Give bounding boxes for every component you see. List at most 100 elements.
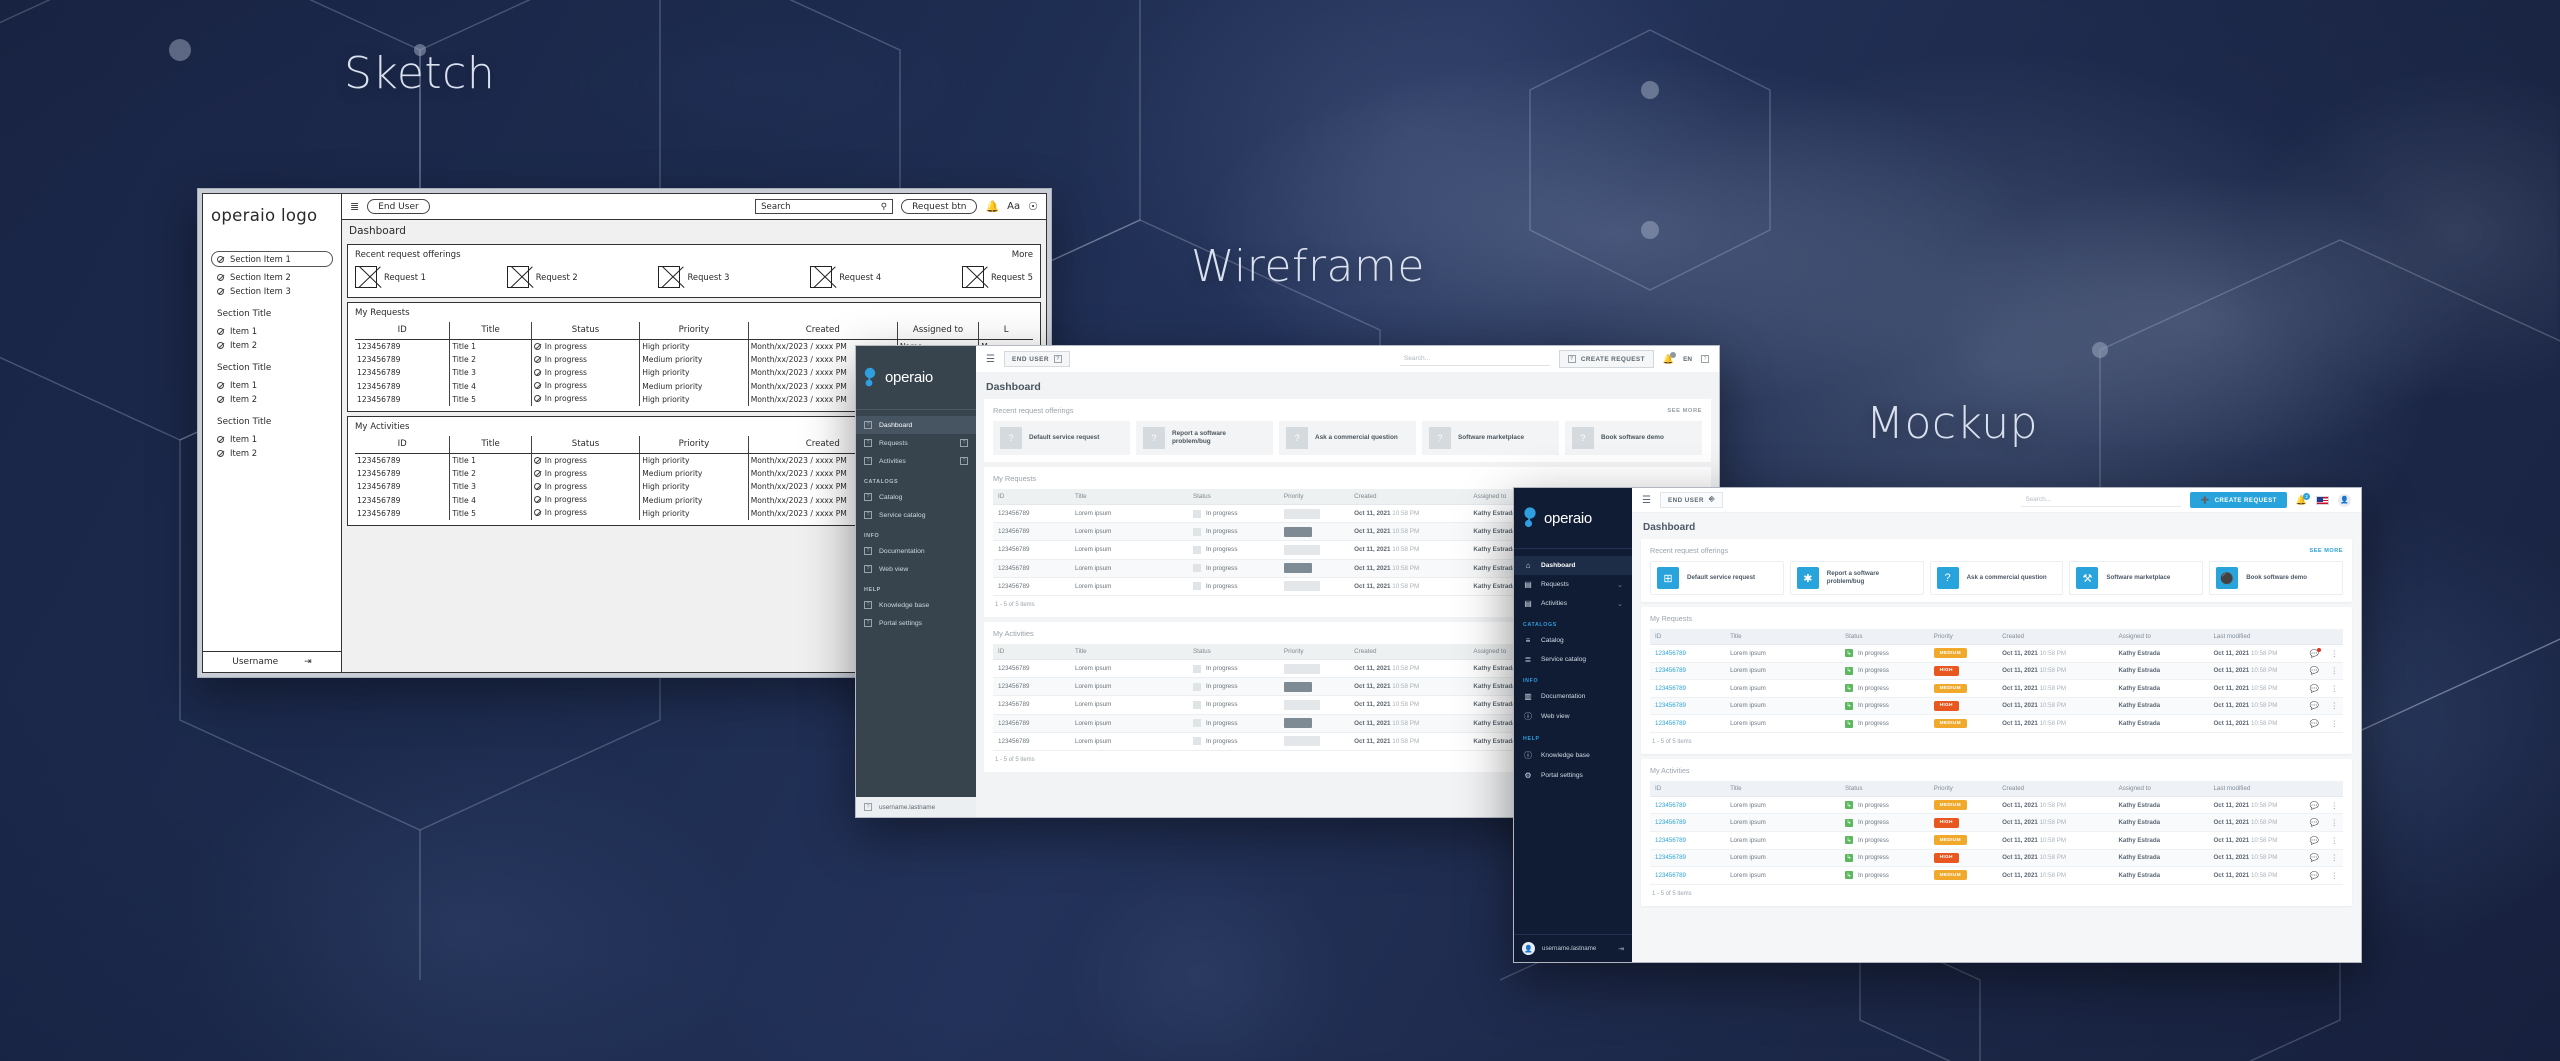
col-status[interactable]: Status [1187,643,1279,660]
comment-icon[interactable]: 💬 [2310,666,2319,675]
col-created[interactable]: Created [1997,780,2114,797]
logout-icon[interactable]: ⇥ [304,657,312,667]
col-last-modified[interactable]: Last modified [2208,629,2305,645]
col-created[interactable]: Created [1349,643,1469,660]
comment-icon[interactable]: 💬 [2310,701,2319,710]
sidebar-item-web-view[interactable]: ⓘ Web view [1514,706,1632,727]
cell-actions[interactable]: 💬 [2304,644,2326,663]
offering-card[interactable]: Request 5 [961,266,1033,288]
search-input[interactable]: Search ⚲ [755,199,894,214]
cell-actions[interactable]: 💬 [2304,796,2326,815]
col-title[interactable]: Title [449,322,532,340]
offering-card[interactable]: ? Book software demo [1565,421,1702,455]
col-status[interactable]: Status [1839,780,1929,797]
col-menu[interactable] [2325,629,2343,645]
cell-id[interactable]: 123456789 [1650,866,1726,885]
sidebar-item-activities[interactable]: ? Activities? [856,452,976,470]
cell-actions[interactable]: 💬 [2304,849,2326,868]
col-title[interactable]: Title [1069,643,1188,660]
end-user-switcher[interactable]: END USER ⎆ [1659,492,1724,508]
sidebar-item-documentation[interactable]: ? Documentation [856,542,976,560]
sidebar-item-section-item-3[interactable]: Section Item 3 [211,284,333,298]
col-priority[interactable]: Priority [639,435,749,454]
col-created[interactable]: Created [1997,629,2114,645]
col-title[interactable]: Title [1725,780,1840,797]
cell-menu[interactable]: ⋮ [2325,813,2343,832]
offering-card[interactable]: ✱ Report a software problem/bug [1789,561,1924,595]
comment-icon[interactable]: 💬 [2310,818,2319,827]
sidebar-item-s1-item1[interactable]: Item 1 [211,324,333,338]
avatar-icon[interactable]: 👤 [2338,493,2351,507]
cell-actions[interactable]: 💬 [2304,662,2326,681]
col-actions[interactable] [2304,629,2326,645]
table-row[interactable]: 123456789 Lorem ipsum ↳ In progress HIGH Oct … [1650,849,2343,868]
search-input[interactable]: Search... [2021,493,2182,507]
comment-icon[interactable]: 💬 [2310,871,2319,880]
sidebar-item-knowledge-base[interactable]: ⓘ Knowledge base [1514,745,1632,766]
table-row[interactable]: 123456789 Lorem ipsum ↳ In progress MEDIUM Oc… [1650,866,2343,885]
col-last-modified[interactable]: Last modified [2208,780,2305,797]
end-user-switcher[interactable]: END USER ? [1003,351,1070,367]
sketch-user-footer[interactable]: Username ⇥ [203,651,341,672]
col-id[interactable]: ID [1650,629,1726,645]
col-status[interactable]: Status [1187,489,1279,505]
offering-card[interactable]: Request 3 [658,266,729,288]
col-title[interactable]: Title [1725,629,1840,645]
table-row[interactable]: 123456789 Lorem ipsum ↳ In progress HIGH Oct … [1650,813,2343,832]
sidebar-item-s1-item2[interactable]: Item 2 [211,338,333,352]
col-priority[interactable]: Priority [1928,780,1998,797]
cell-menu[interactable]: ⋮ [2325,831,2343,850]
cell-menu[interactable]: ⋮ [2325,796,2343,815]
comment-icon[interactable]: 💬 [2310,836,2319,845]
sidebar-item-catalog[interactable]: ? Catalog [856,488,976,506]
sidebar-item-portal-settings[interactable]: ⚙ Portal settings [1514,766,1632,785]
create-request-button[interactable]: ➕ CREATE REQUEST [2190,492,2287,508]
language-icon[interactable]: Aa [1007,201,1020,212]
col-menu[interactable] [2325,780,2343,797]
offering-card[interactable]: Request 1 [355,266,426,288]
offering-card[interactable]: ⚒ Software marketplace [2069,561,2204,595]
comment-icon[interactable]: 💬 [2310,684,2319,693]
cell-actions[interactable]: 💬 [2304,866,2326,885]
col-status[interactable]: Status [1839,629,1929,645]
cell-menu[interactable]: ⋮ [2325,644,2343,663]
avatar-icon[interactable]: ☉ [1028,200,1038,213]
sidebar-item-requests[interactable]: ▤ Requests ⌄ [1514,575,1632,594]
list-icon[interactable]: ≣ [350,200,359,213]
sidebar-item-dashboard[interactable]: ? Dashboard [856,416,976,434]
col-id[interactable]: ID [993,643,1070,660]
request-button[interactable]: Request btn [901,199,978,214]
table-row[interactable]: 123456789 Lorem ipsum ↳ In progress HIGH Oct … [1650,697,2343,716]
col-actions[interactable] [2304,780,2326,797]
cell-id[interactable]: 123456789 [1650,714,1726,733]
cell-id[interactable]: 123456789 [1650,644,1726,663]
sidebar-item-s3-item2[interactable]: Item 2 [211,446,333,460]
cell-id[interactable]: 123456789 [1650,697,1726,716]
sidebar-item-service-catalog[interactable]: ? Service catalog [856,506,976,524]
cell-menu[interactable]: ⋮ [2325,662,2343,681]
col-status[interactable]: Status [531,322,641,340]
sidebar-item-service-catalog[interactable]: ≣ Service catalog [1514,650,1632,669]
sidebar-item-catalog[interactable]: ≡ Catalog [1514,631,1632,650]
mockup-user-footer[interactable]: 👤 username.lastname ⇥ [1514,934,1632,962]
comment-icon[interactable]: 💬 [2310,801,2319,810]
offering-card[interactable]: ? Software marketplace [1422,421,1559,455]
cell-id[interactable]: 123456789 [1650,796,1726,815]
avatar-icon[interactable]: ? [1701,355,1709,363]
see-more-link[interactable]: SEE MORE [1667,408,1702,414]
col-assigned[interactable]: Assigned to [897,322,980,340]
table-row[interactable]: 123456789 Lorem ipsum ↳ In progress MEDIUM Oc… [1650,796,2343,815]
sidebar-item-dashboard[interactable]: ⌂ Dashboard [1514,556,1632,575]
logout-icon[interactable]: ⇥ [1618,945,1624,953]
col-created[interactable]: Created [748,322,898,340]
col-title[interactable]: Title [1069,489,1188,505]
cell-menu[interactable]: ⋮ [2325,679,2343,698]
col-title[interactable]: Title [449,435,532,454]
offering-card[interactable]: Request 4 [810,266,881,288]
table-row[interactable]: 123456789 Lorem ipsum ↳ In progress MEDIUM Oc… [1650,831,2343,850]
col-created[interactable]: Created [1349,489,1469,505]
cell-actions[interactable]: 💬 [2304,831,2326,850]
table-row[interactable]: 123456789 Lorem ipsum ↳ In progress HIGH Oct … [1650,662,2343,681]
wireframe-user-footer[interactable]: ? username.lastname [856,797,976,817]
us-flag-icon[interactable] [2316,495,2329,505]
